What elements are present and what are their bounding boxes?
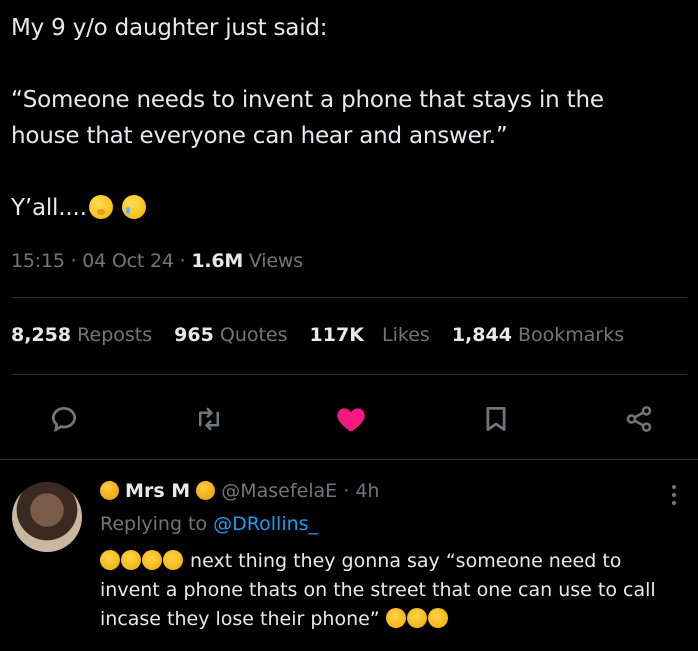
repost-icon — [199, 407, 219, 431]
stat-label: Bookmarks — [517, 324, 625, 346]
face-blowing-kiss-icon — [100, 481, 119, 500]
avatar[interactable] — [12, 482, 82, 552]
share-icon — [626, 406, 652, 432]
divider — [11, 297, 687, 298]
stat-label: Reposts — [77, 324, 153, 346]
tweet-line: “Someone needs to invent a phone that st… — [11, 87, 604, 113]
rofl-icon — [121, 550, 141, 570]
divider — [0, 459, 698, 460]
stat-reposts[interactable]: 8,258 Reposts — [11, 324, 152, 346]
more-options-icon[interactable] — [668, 482, 680, 510]
reply-line: invent a phone thats on the street that … — [100, 579, 656, 601]
reply-body: next thing they gonna say “someone need … — [100, 547, 690, 634]
reply-icon — [51, 406, 77, 433]
reply-author-handle[interactable]: @MasefelaE — [221, 480, 337, 502]
separator: · — [179, 250, 186, 272]
rofl-icon — [100, 550, 120, 570]
tweet-text: My 9 y/o daughter just said: “Someone ne… — [11, 10, 681, 226]
reply-line-text: next thing they gonna say “someone need … — [190, 550, 622, 572]
stat-quotes[interactable]: 965 Quotes — [174, 324, 287, 346]
smiling-face-with-tear-icon — [121, 195, 146, 219]
bookmark-button[interactable] — [474, 397, 518, 441]
share-button[interactable] — [617, 397, 661, 441]
replying-to: Replying to @DRollins_ — [100, 513, 318, 535]
heart-icon — [337, 408, 365, 432]
tweet-line: My 9 y/o daughter just said: — [11, 15, 328, 41]
reply-author-name[interactable]: Mrs M — [125, 480, 190, 502]
reply-line: next thing they gonna say “someone need … — [100, 547, 690, 576]
separator: · — [343, 480, 350, 502]
tweet-date[interactable]: 04 Oct 24 — [82, 250, 174, 272]
tweet-line-text: Y’all.... — [11, 195, 87, 221]
bookmark-icon — [486, 407, 506, 431]
tweet-line: Y’all.... — [11, 190, 681, 226]
reply-age[interactable]: 4h — [355, 480, 379, 502]
reply-header: Mrs M @MasefelaE · 4h — [100, 480, 379, 502]
reply-line: incase they lose their phone” — [100, 605, 690, 634]
rofl-icon — [142, 550, 162, 570]
views-count: 1.6M — [191, 250, 244, 272]
face-blowing-kiss-icon — [196, 481, 216, 500]
stat-label: Quotes — [219, 324, 288, 346]
action-bar — [0, 397, 698, 441]
stat-number: 1,844 — [451, 324, 512, 346]
divider — [11, 374, 687, 375]
engagement-stats: 8,258 Reposts 965 Quotes 117K Likes 1,84… — [11, 324, 646, 346]
tweet-time[interactable]: 15:15 — [11, 250, 65, 272]
rofl-icon — [163, 550, 183, 570]
tweet-line: house that everyone can hear and answer.… — [11, 123, 508, 149]
reply-line-text: incase they lose their phone” — [100, 608, 380, 630]
repost-button[interactable] — [187, 397, 231, 441]
hushed-face-icon — [88, 195, 113, 219]
replying-to-link[interactable]: @DRollins_ — [213, 513, 318, 535]
rofl-icon — [427, 608, 448, 628]
views-label: Views — [248, 250, 303, 272]
replying-prefix: Replying to — [100, 513, 208, 535]
tweet-meta: 15:15 · 04 Oct 24 · 1.6M Views — [11, 250, 303, 272]
stat-number: 8,258 — [11, 324, 72, 346]
stat-number: 965 — [174, 324, 214, 346]
rofl-icon — [385, 608, 406, 628]
stat-likes[interactable]: 117K Likes — [310, 324, 430, 346]
like-button[interactable] — [329, 397, 373, 441]
stat-bookmarks[interactable]: 1,844 Bookmarks — [452, 324, 624, 346]
separator: · — [70, 250, 77, 272]
stat-number: 117K — [309, 324, 364, 346]
stat-label: Likes — [382, 324, 430, 346]
rofl-icon — [406, 608, 427, 628]
reply-button[interactable] — [42, 397, 86, 441]
